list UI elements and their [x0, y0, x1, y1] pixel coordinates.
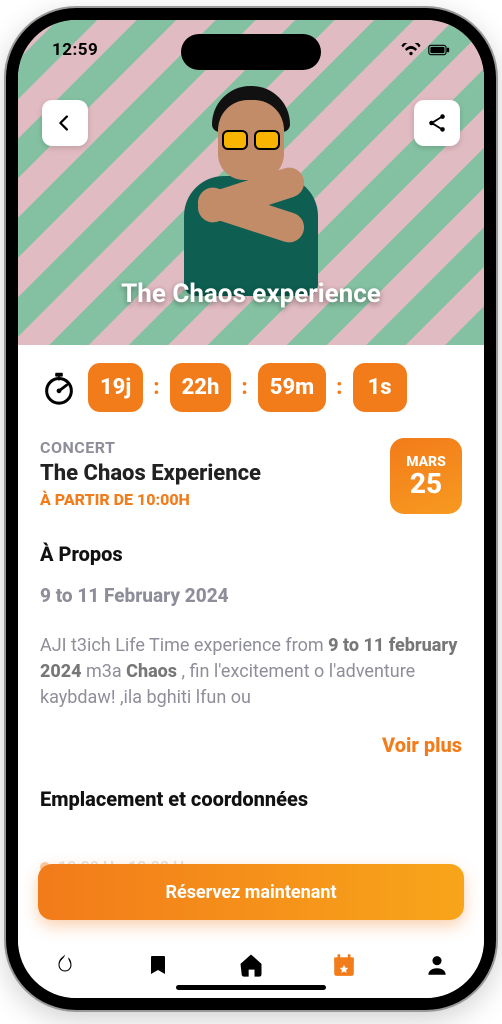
hero-title: The Chaos experience	[121, 279, 381, 309]
screen: 12:59	[18, 20, 484, 998]
status-bar: 12:59	[18, 20, 484, 80]
tab-profile[interactable]	[417, 945, 457, 985]
countdown-sep: :	[336, 375, 342, 400]
back-button[interactable]	[42, 100, 88, 146]
share-icon	[426, 112, 448, 134]
tab-discover[interactable]	[45, 945, 85, 985]
tab-saved[interactable]	[138, 945, 178, 985]
tab-events[interactable]	[324, 945, 364, 985]
user-icon	[424, 952, 450, 978]
countdown: 19j : 22h : 59m : 1s	[40, 363, 462, 412]
tab-home[interactable]	[231, 945, 271, 985]
home-icon	[237, 951, 265, 979]
about-heading: À Propos	[40, 542, 462, 566]
wifi-icon	[400, 43, 422, 57]
reserve-button[interactable]: Réservez maintenant	[38, 864, 464, 920]
arrow-left-icon	[54, 112, 76, 134]
countdown-sep: :	[153, 375, 159, 400]
event-start-time: À PARTIR DE 10:00H	[40, 490, 378, 509]
event-category: CONCERT	[40, 438, 378, 457]
home-indicator	[176, 985, 326, 990]
status-time: 12:59	[52, 40, 98, 60]
event-name: The Chaos Experience	[40, 461, 378, 486]
countdown-days: 19j	[88, 363, 143, 412]
countdown-sep: :	[241, 375, 247, 400]
stopwatch-icon	[40, 369, 78, 407]
see-more-link[interactable]: Voir plus	[40, 733, 462, 757]
countdown-seconds: 1s	[353, 363, 407, 412]
status-icons	[400, 43, 450, 57]
calendar-icon	[331, 952, 357, 978]
countdown-minutes: 59m	[258, 363, 326, 412]
share-button[interactable]	[414, 100, 460, 146]
location-heading: Emplacement et coordonnées	[40, 787, 462, 811]
date-badge-day: 25	[410, 470, 442, 498]
phone-frame: 12:59	[6, 8, 496, 1010]
battery-icon	[428, 43, 450, 57]
about-body: AJI t3ich Life Time experience from 9 to…	[40, 633, 462, 711]
event-date-badge: MARS 25	[390, 438, 462, 514]
bookmark-icon	[146, 952, 170, 978]
fire-icon	[52, 952, 78, 978]
about-date: 9 to 11 February 2024	[40, 584, 462, 607]
countdown-hours: 22h	[170, 363, 232, 412]
